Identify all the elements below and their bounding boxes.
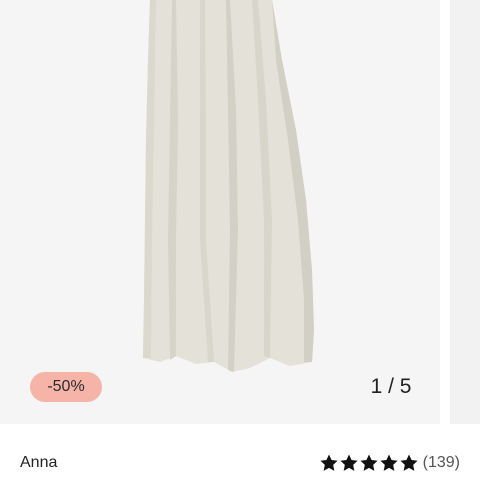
- star-icon: [360, 454, 378, 471]
- rating[interactable]: (139): [319, 451, 460, 475]
- star-icon: [400, 454, 418, 471]
- review-count[interactable]: (139): [423, 451, 460, 475]
- product-image-gallery[interactable]: -50% 1 / 5: [0, 0, 440, 424]
- star-icon: [320, 454, 338, 471]
- product-image[interactable]: [0, 0, 440, 424]
- discount-badge: -50%: [30, 372, 102, 402]
- rating-stars: [319, 453, 419, 473]
- image-counter: 1 / 5: [370, 375, 412, 398]
- star-icon: [380, 454, 398, 471]
- next-image-peek[interactable]: [450, 0, 480, 424]
- brand-name[interactable]: Anna: [20, 452, 57, 474]
- star-icon: [340, 454, 358, 471]
- gallery-gap: [440, 0, 450, 424]
